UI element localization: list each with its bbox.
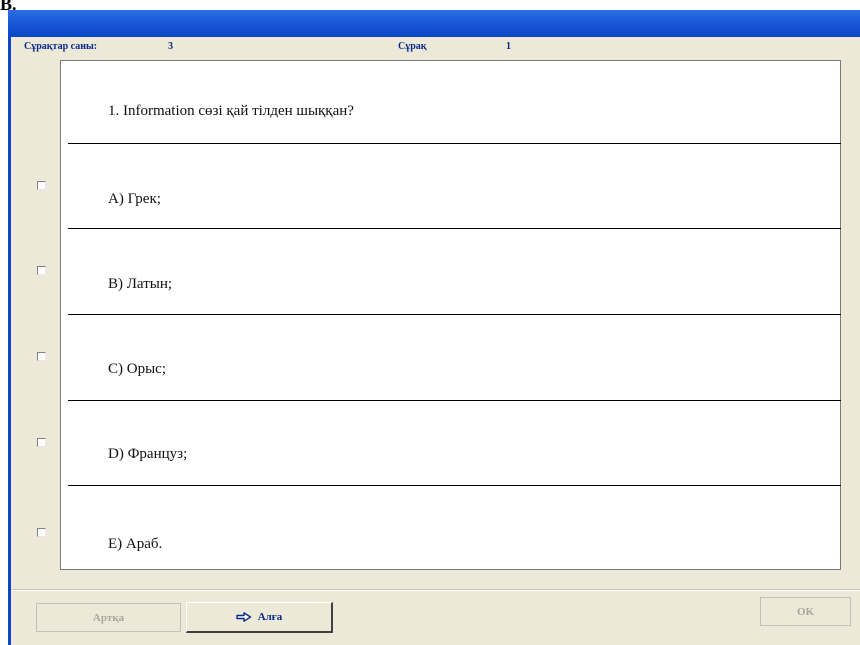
- option-d-label[interactable]: D) Француз;: [108, 446, 187, 463]
- right-arrow-icon: [235, 612, 252, 622]
- separator: [68, 400, 841, 401]
- footer-divider: [11, 589, 860, 591]
- question-panel: 1. Information сөзі қай тілден шыққан? A…: [60, 60, 841, 570]
- option-c-checkbox[interactable]: [37, 352, 46, 361]
- option-a-checkbox[interactable]: [37, 181, 46, 190]
- test-window: Сұрақтар саны: 3 Сұрақ 1 1. Information …: [8, 37, 860, 645]
- option-e-checkbox[interactable]: [37, 528, 46, 537]
- question-text: 1. Information сөзі қай тілден шыққан?: [108, 103, 354, 119]
- separator: [68, 143, 841, 144]
- back-button-label: Артқа: [92, 611, 125, 624]
- separator: [68, 314, 841, 315]
- ok-button-label: OK: [796, 605, 815, 618]
- separator: [68, 228, 841, 229]
- ok-button[interactable]: OK: [760, 597, 851, 626]
- questions-count-label: Сұрақтар саны:: [24, 41, 98, 52]
- window-titlebar[interactable]: [8, 10, 860, 37]
- option-b-label[interactable]: B) Латын;: [108, 276, 172, 293]
- question-number: 1: [506, 41, 511, 52]
- option-c-label[interactable]: C) Орыс;: [108, 361, 166, 378]
- next-button-label: Алға: [257, 611, 283, 623]
- separator: [68, 485, 841, 486]
- next-button[interactable]: Алға: [186, 602, 333, 633]
- option-d-checkbox[interactable]: [37, 438, 46, 447]
- option-e-label[interactable]: E) Араб.: [108, 536, 162, 553]
- questions-count-value: 3: [168, 41, 173, 52]
- back-button[interactable]: Артқа: [36, 603, 181, 632]
- question-label: Сұрақ: [398, 41, 427, 52]
- info-bar: Сұрақтар саны: 3 Сұрақ 1: [11, 41, 860, 55]
- option-a-label[interactable]: A) Грек;: [108, 191, 161, 208]
- option-b-checkbox[interactable]: [37, 266, 46, 275]
